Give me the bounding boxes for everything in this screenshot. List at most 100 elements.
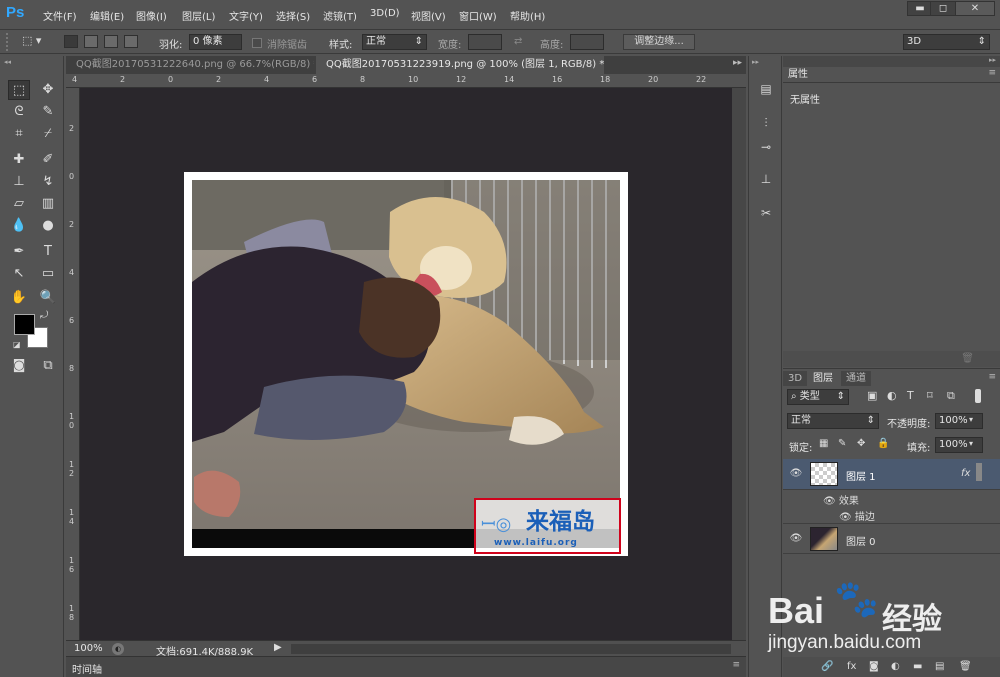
panel-menu-icon[interactable]: ≡ <box>988 372 996 382</box>
menu-help[interactable]: 帮助(H) <box>510 8 545 23</box>
maximize-button[interactable]: ◻ <box>930 1 956 16</box>
status-icon[interactable]: ◐ <box>112 643 124 655</box>
opacity-input[interactable]: 100% <box>935 413 983 429</box>
swap-colors-icon[interactable]: ⤾ <box>40 310 48 321</box>
tab-menu-icon[interactable]: ▸▸ <box>733 58 742 68</box>
lock-position-icon[interactable]: ✥ <box>857 438 865 449</box>
history-brush-tool-icon[interactable]: ↯ <box>37 172 59 192</box>
close-button[interactable]: ✕ <box>955 1 995 16</box>
layer-row-1[interactable]: 👁 图层 1 fx <box>783 459 1000 490</box>
adjustment-filter-icon[interactable]: ◐ <box>887 389 897 402</box>
type-filter-icon[interactable]: T <box>907 389 914 402</box>
layer-0-name[interactable]: 图层 0 <box>846 533 876 548</box>
workspace-select[interactable]: 3D ⇕ <box>903 34 990 50</box>
quick-select-tool-icon[interactable]: ✎ <box>37 102 59 122</box>
tab-layers[interactable]: 图层 <box>808 371 838 386</box>
visibility-eye-icon[interactable]: 👁 <box>789 533 803 544</box>
panel-menu-icon[interactable]: ≡ <box>988 68 996 78</box>
move-tool-icon[interactable]: ✥ <box>37 80 59 100</box>
menu-image[interactable]: 图像(I) <box>136 8 167 23</box>
style-select[interactable]: 正常 ⇕ <box>362 34 427 50</box>
hand-tool-icon[interactable]: ✋ <box>8 288 30 308</box>
pen-tool-icon[interactable]: ✒ <box>8 242 30 262</box>
rect-marquee-tool-icon[interactable]: ⬚ <box>8 80 30 100</box>
menu-layer[interactable]: 图层(L) <box>182 8 215 23</box>
width-input[interactable] <box>468 34 502 50</box>
history-panel-icon[interactable]: ▤ <box>757 80 775 98</box>
blur-tool-icon[interactable]: 💧 <box>8 216 30 236</box>
horizontal-scrollbar[interactable] <box>291 644 731 654</box>
scroll-handle[interactable] <box>976 463 982 481</box>
brush-tool-icon[interactable]: ✐ <box>37 150 59 170</box>
healing-brush-tool-icon[interactable]: ✚ <box>8 150 30 170</box>
effect-eye-icon[interactable]: 👁 <box>823 496 839 507</box>
chevron-down-icon[interactable]: ▾ <box>969 439 973 448</box>
stroke-eye-icon[interactable]: 👁 <box>839 512 855 523</box>
filter-toggle[interactable] <box>975 389 981 403</box>
canvas-area[interactable]: ꟷ◎ 来福岛 www.laifu.org <box>80 88 732 640</box>
menu-file[interactable]: 文件(F) <box>43 8 77 23</box>
foreground-color-swatch[interactable] <box>14 314 35 335</box>
menu-3d[interactable]: 3D(D) <box>370 8 400 19</box>
layer-1-name[interactable]: 图层 1 <box>846 468 876 483</box>
shape-filter-icon[interactable]: ⌑ <box>927 389 933 402</box>
character-panel-icon[interactable]: ⊥ <box>757 170 775 188</box>
fill-input[interactable]: 100% <box>935 437 983 453</box>
antialias-checkbox[interactable] <box>252 38 262 48</box>
swap-dimensions-icon[interactable]: ⇄ <box>514 36 522 47</box>
tab-doc-2[interactable]: QQ截图20170531223919.png @ 100% (图层 1, RGB… <box>316 56 604 74</box>
lock-pixels-icon[interactable]: ✎ <box>838 438 846 449</box>
chevron-down-icon[interactable]: ▾ <box>969 415 973 424</box>
brush-panel-icon[interactable]: ⊸ <box>757 138 775 156</box>
height-input[interactable] <box>570 34 604 50</box>
fx-badge[interactable]: fx <box>961 468 970 479</box>
lasso-tool-icon[interactable]: ᘓ <box>8 102 30 122</box>
add-selection-icon[interactable] <box>84 35 98 48</box>
menu-type[interactable]: 文字(Y) <box>229 8 263 23</box>
blend-mode-select[interactable]: 正常 ⇕ <box>787 413 879 429</box>
refine-edge-button[interactable]: 调整边缘... <box>623 34 695 50</box>
tab-3d[interactable]: 3D <box>783 371 808 386</box>
new-selection-icon[interactable] <box>64 35 78 48</box>
marquee-preset-icon[interactable]: ⬚ ▾ <box>22 34 50 50</box>
default-colors-icon[interactable]: ◪ <box>13 340 21 349</box>
eyedropper-tool-icon[interactable]: ⌿ <box>37 124 59 144</box>
screen-mode-icon[interactable]: ⧉ <box>37 356 59 376</box>
timeline-label[interactable]: 时间轴 <box>72 661 102 676</box>
brush-presets-icon[interactable]: ⫶ <box>757 114 775 132</box>
eraser-tool-icon[interactable]: ▱ <box>8 194 30 214</box>
vertical-scrollbar[interactable] <box>732 88 746 640</box>
dock-expand-icon[interactable]: ▸▸ <box>752 58 759 66</box>
crop-tool-icon[interactable]: ⌗ <box>8 124 30 144</box>
path-select-tool-icon[interactable]: ↖ <box>8 264 30 284</box>
tab-properties[interactable]: 属性 <box>783 67 813 82</box>
zoom-level[interactable]: 100% <box>74 643 110 654</box>
layer-row-0[interactable]: 👁 图层 0 <box>783 523 1000 554</box>
pixel-filter-icon[interactable]: ▣ <box>867 389 877 402</box>
type-tool-icon[interactable]: T <box>37 242 59 262</box>
lock-all-icon[interactable]: 🔒 <box>877 438 889 449</box>
panel-menu-icon[interactable]: ≡ <box>732 660 740 670</box>
quick-mask-icon[interactable]: ◙ <box>8 356 30 376</box>
intersect-selection-icon[interactable] <box>124 35 138 48</box>
tool-presets-icon[interactable]: ✂ <box>757 204 775 222</box>
toolbox-collapse-icon[interactable]: ◂◂ <box>4 58 60 66</box>
tab-channels[interactable]: 通道 <box>841 371 871 386</box>
smart-object-filter-icon[interactable]: ⧉ <box>947 389 955 403</box>
effects-row[interactable]: 👁 效果 <box>823 492 859 507</box>
subtract-selection-icon[interactable] <box>104 35 118 48</box>
status-menu-arrow-icon[interactable]: ▶ <box>274 642 282 653</box>
gradient-tool-icon[interactable]: ▥ <box>37 194 59 214</box>
menu-edit[interactable]: 编辑(E) <box>90 8 124 23</box>
menu-filter[interactable]: 滤镜(T) <box>323 8 357 23</box>
feather-input[interactable]: 0 像素 <box>189 34 242 50</box>
menu-window[interactable]: 窗口(W) <box>459 8 497 23</box>
options-grip[interactable] <box>6 33 10 51</box>
visibility-eye-icon[interactable]: 👁 <box>789 468 803 479</box>
layer-filter-select[interactable]: ⌕ 类型 ⇕ <box>787 389 849 405</box>
tab-doc-1[interactable]: QQ截图20170531222640.png @ 66.7%(RGB/8) * … <box>66 56 314 74</box>
clone-stamp-tool-icon[interactable]: ⊥ <box>8 172 30 192</box>
dodge-tool-icon[interactable]: ● <box>37 216 59 236</box>
menu-select[interactable]: 选择(S) <box>276 8 310 23</box>
document-canvas[interactable]: ꟷ◎ 来福岛 www.laifu.org <box>184 172 628 556</box>
